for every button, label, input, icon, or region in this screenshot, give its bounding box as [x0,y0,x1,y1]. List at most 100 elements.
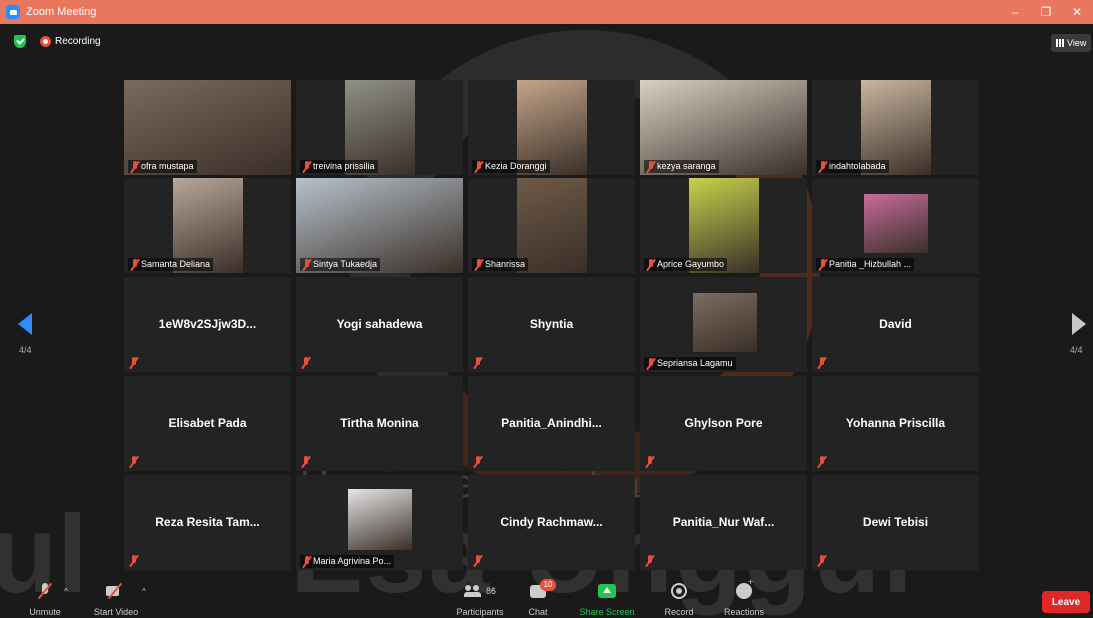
muted-mic-icon [817,555,827,567]
chat-icon: 10 [530,578,556,598]
participant-tile[interactable]: Sepriansa Lagamu [640,277,807,372]
arrow-left-icon[interactable] [18,313,32,335]
muted-mic-icon [301,357,311,369]
participant-tile[interactable]: ofra mustapa [124,80,291,175]
muted-mic-icon [301,456,311,468]
record-button[interactable]: Record [660,580,698,618]
share-screen-button[interactable]: Share Screen [578,580,636,618]
muted-mic-icon [817,456,827,468]
participant-tile[interactable]: indahtolabada [812,80,979,175]
participant-name: indahtolabada [829,161,886,171]
muted-mic-icon [646,161,656,173]
reactions-icon [736,577,753,599]
muted-mic-icon [473,456,483,468]
participant-tile[interactable]: Samanta Deliana [124,178,291,273]
participant-name: Shyntia [529,317,574,331]
participant-name: Reza Resita Tam... [155,515,260,529]
muted-mic-icon [129,456,139,468]
view-button[interactable]: View [1051,34,1092,52]
participant-name-label: Sepriansa Lagamu [644,357,736,370]
participant-tile[interactable]: Shanrissa [468,178,635,273]
leave-button[interactable]: Leave [1042,591,1090,613]
participant-name: 1eW8v2SJjw3D... [158,317,257,331]
participant-name: Sepriansa Lagamu [657,358,733,368]
participant-tile[interactable]: Panitia_Nur Waf... [640,475,807,570]
shield-icon[interactable] [14,35,26,48]
muted-mic-icon [646,259,656,271]
participant-video [693,293,757,352]
participant-tile[interactable]: Elisabet Pada [124,376,291,471]
participant-tile[interactable]: Ghylson Pore [640,376,807,471]
meeting-toolbar: Unmute ^ Start Video ^ 86 Participants ^… [0,577,1093,618]
participants-options-caret[interactable]: ^ [491,587,495,596]
participant-tile[interactable]: Maria Agrivina Po... [296,475,463,570]
participant-name: Ghylson Pore [684,416,763,430]
record-button-icon [671,583,687,599]
start-video-label: Start Video [93,607,139,617]
video-options-caret[interactable]: ^ [142,587,146,596]
unmute-button[interactable]: Unmute [20,580,70,618]
participant-tile[interactable]: Dewi Tebisi [812,475,979,570]
share-screen-label: Share Screen [579,607,635,617]
reactions-button[interactable]: Reactions [720,577,768,618]
participant-name-label: kezya saranga [644,160,719,173]
record-icon [40,36,51,47]
record-label: Record [664,607,694,617]
participant-name-label: treivina prissilia [300,160,378,173]
participant-name-label: Maria Agrivina Po... [300,555,395,568]
participant-tile[interactable]: Panitia_Anindhi... [468,376,635,471]
muted-mic-icon [645,456,655,468]
participant-tile[interactable]: treivina prissilia [296,80,463,175]
participant-tile[interactable]: 1eW8v2SJjw3D... [124,277,291,372]
share-screen-icon [598,584,616,598]
participant-name: Shanrissa [485,259,526,269]
participant-tile[interactable]: Aprice Gayumbo [640,178,807,273]
arrow-right-icon[interactable] [1072,313,1086,335]
participant-name-label: Sintya Tukaedja [300,258,381,271]
participant-name: Panitia_Anindhi... [501,416,602,430]
audio-options-caret[interactable]: ^ [64,587,68,596]
page-indicator-right: 4/4 [1070,345,1083,355]
chat-unread-badge: 10 [540,578,556,591]
participant-tile[interactable]: Yogi sahadewa [296,277,463,372]
participant-tile[interactable]: kezya saranga [640,80,807,175]
participant-name: kezya saranga [657,161,716,171]
participants-icon [463,585,482,597]
participant-tile[interactable]: Yohanna Priscilla [812,376,979,471]
window-title: Zoom Meeting [26,6,97,18]
participant-video [864,194,928,253]
participant-tile[interactable]: Shyntia [468,277,635,372]
participant-name-label: Aprice Gayumbo [644,258,728,271]
muted-mic-icon [129,357,139,369]
participant-name: Panitia _Hizbullah ... [829,259,912,269]
recording-label[interactable]: Recording [55,36,101,47]
muted-mic-icon [818,161,828,173]
close-button[interactable]: ✕ [1060,0,1093,24]
participant-name: treivina prissilia [313,161,375,171]
muted-mic-icon [474,259,484,271]
muted-mic-icon [473,357,483,369]
zoom-app-icon [6,5,20,19]
participant-tile[interactable]: Reza Resita Tam... [124,475,291,570]
participant-name-label: indahtolabada [816,160,889,173]
muted-mic-icon [646,358,656,370]
participant-tile[interactable]: Panitia _Hizbullah ... [812,178,979,273]
chat-button[interactable]: 10 Chat [520,578,556,618]
muted-mic-icon [302,556,312,568]
participant-tile[interactable]: Tirtha Monina [296,376,463,471]
restore-button[interactable]: ❐ [1029,0,1063,24]
participants-label: Participants [456,607,504,617]
participants-button[interactable]: 86 Participants [450,580,510,618]
grid-view-icon [1056,39,1064,47]
participant-name-label: Panitia _Hizbullah ... [816,258,915,271]
participant-name: Aprice Gayumbo [657,259,725,269]
participant-tile[interactable]: Cindy Rachmaw... [468,475,635,570]
start-video-button[interactable]: Start Video [88,580,144,618]
participant-tile[interactable]: Sintya Tukaedja [296,178,463,273]
muted-mic-icon [473,555,483,567]
participant-tile[interactable]: Kezia Doranggi [468,80,635,175]
muted-mic-icon [817,357,827,369]
title-bar: Zoom Meeting – ❐ ✕ [0,0,1093,24]
minimize-button[interactable]: – [998,0,1032,24]
participant-tile[interactable]: David [812,277,979,372]
